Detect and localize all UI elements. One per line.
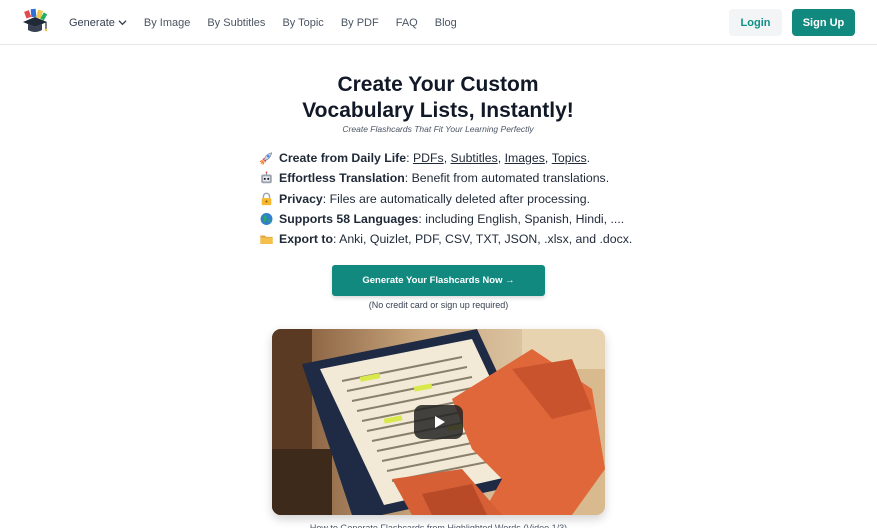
nav-faq[interactable]: FAQ xyxy=(396,17,418,29)
link-subtitles[interactable]: Subtitles xyxy=(451,151,498,165)
title-line-2: Vocabulary Lists, Instantly! xyxy=(302,99,574,122)
feature-item: Effortless Translation : Benefit from au… xyxy=(259,168,659,188)
feature-title: Export to xyxy=(279,232,333,247)
nav-by-topic[interactable]: By Topic xyxy=(282,17,323,29)
feature-text: : Files are automatically deleted after … xyxy=(322,191,591,206)
feature-title: Supports 58 Languages xyxy=(279,212,419,227)
feature-title: Create from Daily Life xyxy=(279,151,407,166)
rocket-icon xyxy=(259,152,273,165)
chevron-down-icon xyxy=(118,20,127,26)
login-button[interactable]: Login xyxy=(729,9,782,36)
video-player[interactable] xyxy=(272,329,605,515)
video-caption: How to Generate Flashcards from Highligh… xyxy=(309,523,568,528)
feature-item: Privacy : Files are automatically delete… xyxy=(259,189,659,209)
play-icon xyxy=(434,416,445,428)
folder-icon xyxy=(260,235,273,245)
link-images[interactable]: Images xyxy=(505,151,545,165)
feature-text: : including English, Spanish, Hindi, ...… xyxy=(418,212,625,227)
nav-by-image[interactable]: By Image xyxy=(144,17,190,29)
feature-title: Effortless Translation xyxy=(279,171,405,186)
feature-list: Create from Daily Life : PDFs, Subtitles… xyxy=(259,148,659,249)
globe-icon xyxy=(260,213,273,225)
link-pdfs[interactable]: PDFs xyxy=(413,151,444,165)
nav-by-pdf[interactable]: By PDF xyxy=(341,17,379,29)
feature-text: : Benefit from automated translations. xyxy=(404,171,610,186)
title-line-1: Create Your Custom xyxy=(337,73,539,96)
feature-separator: : xyxy=(406,151,413,166)
nav-blog[interactable]: Blog xyxy=(435,17,457,29)
page-subtitle: Create Flashcards That Fit Your Learning… xyxy=(342,124,534,134)
top-nav-bar: Generate By Image By Subtitles By Topic … xyxy=(0,0,877,45)
play-button[interactable] xyxy=(414,405,463,439)
nav-generate-dropdown[interactable]: Generate xyxy=(69,17,127,29)
page-title: Create Your Custom Vocabulary Lists, Ins… xyxy=(238,72,638,124)
logo-icon[interactable] xyxy=(20,8,50,36)
feature-item: Export to : Anki, Quizlet, PDF, CSV, TXT… xyxy=(259,229,659,249)
nav-by-subtitles[interactable]: By Subtitles xyxy=(207,17,265,29)
feature-title: Privacy xyxy=(279,191,323,206)
link-topics[interactable]: Topics xyxy=(552,151,587,165)
main-nav: Generate By Image By Subtitles By Topic … xyxy=(69,0,474,45)
feature-item: Create from Daily Life : PDFs, Subtitles… xyxy=(259,148,659,168)
feature-text: : Anki, Quizlet, PDF, CSV, TXT, JSON, .x… xyxy=(332,232,633,247)
signup-button[interactable]: Sign Up xyxy=(792,9,855,36)
lock-icon xyxy=(261,192,272,205)
nav-item-label: Generate xyxy=(69,16,115,29)
cta-note: (No credit card or sign up required) xyxy=(368,300,509,310)
generate-flashcards-button[interactable]: Generate Your Flashcards Now → xyxy=(332,265,545,296)
feature-end: . xyxy=(586,151,591,166)
feature-item: Supports 58 Languages : including Englis… xyxy=(259,209,659,229)
robot-icon xyxy=(261,171,272,184)
